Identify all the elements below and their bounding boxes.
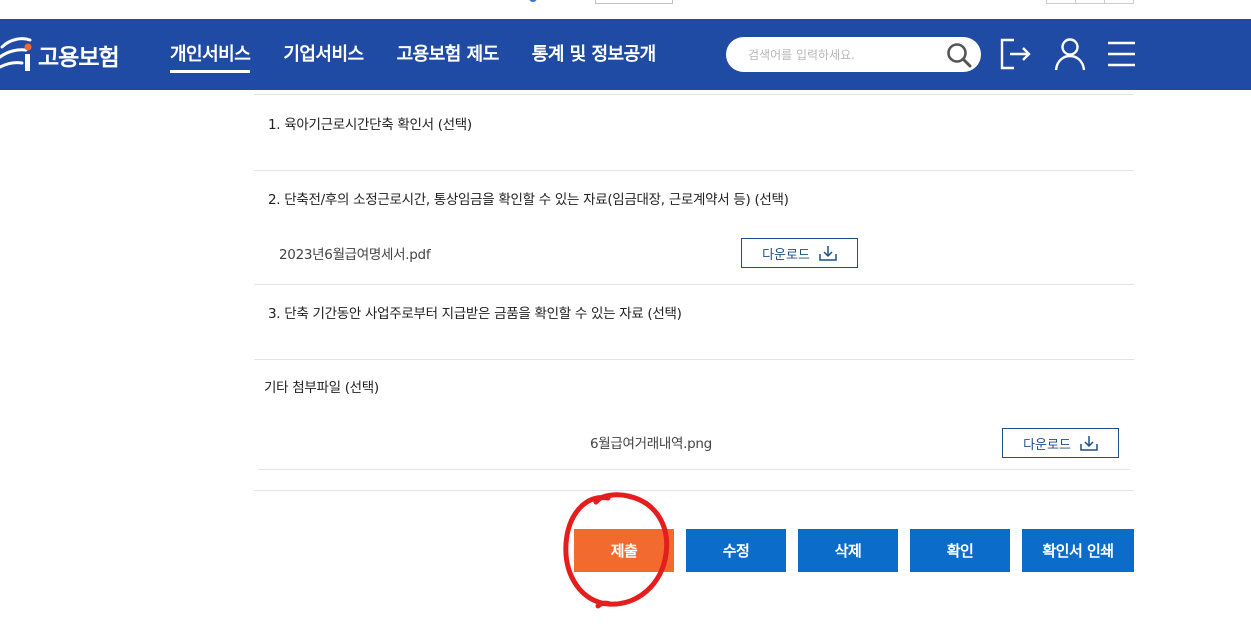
search-box	[726, 37, 981, 72]
nav-item-insurance-system[interactable]: 고용보험 제도	[397, 19, 500, 90]
section-title: 3. 단축 기간동안 사업주로부터 지급받은 금품을 확인할 수 있는 자료 (…	[268, 306, 682, 322]
download-label: 다운로드	[762, 247, 810, 263]
nav-item-statistics[interactable]: 통계 및 정보공개	[532, 19, 656, 90]
attachment-section-1: 1. 육아기근로시간단축 확인서 (선택)	[254, 95, 1134, 170]
nav-item-personal-services[interactable]: 개인서비스	[170, 19, 251, 90]
edit-button[interactable]: 수정	[686, 529, 786, 572]
logo-text: 고용보험	[38, 45, 120, 71]
file-name[interactable]: 6월급여거래내역.png	[590, 432, 712, 452]
download-icon	[1080, 436, 1098, 451]
search-input[interactable]	[748, 37, 938, 72]
logo[interactable]: 고용보험	[0, 37, 120, 73]
download-button[interactable]: 다운로드	[1002, 428, 1119, 458]
attachment-section-other: 기타 첨부파일 (선택) 6월급여거래내역.png 다운로드	[254, 360, 1134, 469]
section-title: 기타 첨부파일 (선택)	[264, 380, 379, 396]
action-buttons: 제출 수정 삭제 확인 확인서 인쇄	[574, 529, 1134, 572]
download-icon	[819, 246, 837, 261]
print-certificate-button[interactable]: 확인서 인쇄	[1022, 529, 1134, 572]
file-name[interactable]: 2023년6월급여명세서.pdf	[279, 243, 431, 263]
main-nav: 개인서비스 기업서비스 고용보험 제도 통계 및 정보공개	[170, 19, 689, 90]
site-header: 고용보험 개인서비스 기업서비스 고용보험 제도 통계 및 정보공개	[0, 19, 1251, 90]
attachment-list: 1. 육아기근로시간단축 확인서 (선택) 2. 단축전/후의 소정근로시간, …	[254, 90, 1134, 491]
menu-icon[interactable]	[1104, 36, 1140, 72]
confirm-button[interactable]: 확인	[910, 529, 1010, 572]
nav-item-business-services[interactable]: 기업서비스	[283, 19, 364, 90]
submit-button[interactable]: 제출	[574, 529, 674, 572]
section-title: 2. 단축전/후의 소정근로시간, 통상임금을 확인할 수 있는 자료(임금대장…	[268, 192, 789, 208]
attachment-section-3: 3. 단축 기간동안 사업주로부터 지급받은 금품을 확인할 수 있는 자료 (…	[254, 285, 1134, 359]
top-fragment-controls	[1046, 0, 1134, 4]
logo-mark-icon	[0, 37, 32, 71]
attachment-section-2: 2. 단축전/후의 소정근로시간, 통상임금을 확인할 수 있는 자료(임금대장…	[254, 171, 1134, 284]
top-fragment-dot	[529, 0, 537, 2]
download-button[interactable]: 다운로드	[741, 238, 858, 268]
divider	[254, 490, 1134, 491]
search-icon[interactable]	[946, 42, 972, 68]
top-strip	[0, 0, 1251, 19]
section-title: 1. 육아기근로시간단축 확인서 (선택)	[268, 117, 472, 133]
user-icon[interactable]	[1052, 36, 1088, 72]
logout-icon[interactable]	[998, 36, 1034, 72]
delete-button[interactable]: 삭제	[798, 529, 898, 572]
download-label: 다운로드	[1023, 437, 1071, 453]
top-fragment-box	[595, 0, 673, 4]
